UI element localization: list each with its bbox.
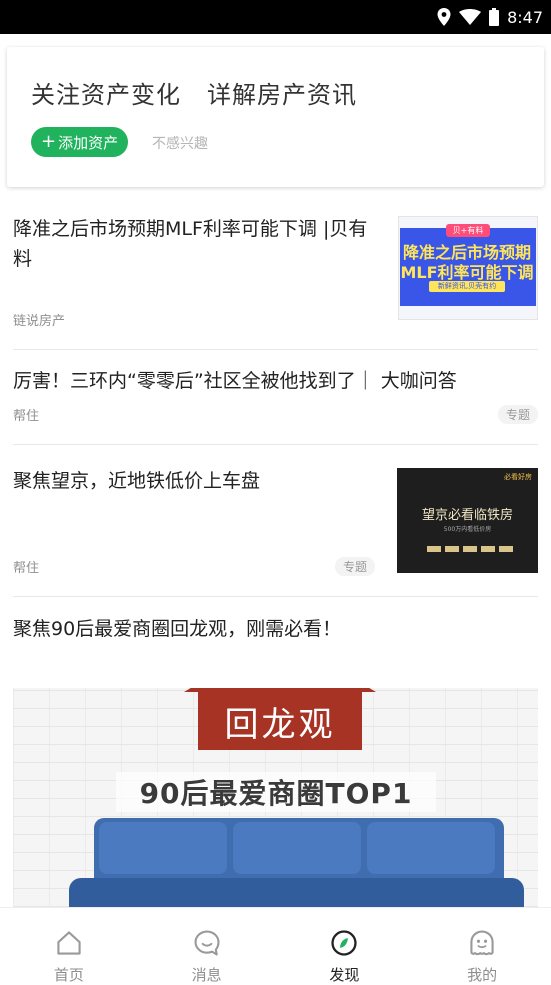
status-time: 8:47 — [507, 7, 543, 27]
add-asset-button[interactable]: + 添加资产 — [31, 127, 129, 157]
sofa-image — [69, 818, 524, 907]
thumbnail-footer: 新鲜资讯,贝壳有约 — [429, 281, 505, 292]
plus-icon: + — [41, 131, 57, 152]
tab-label: 我的 — [467, 966, 498, 984]
profile-icon — [470, 930, 494, 956]
thumbnail-line2: 500万内看低价房 — [443, 526, 492, 533]
feed-item-source: 帮住 — [13, 561, 40, 576]
feed-item[interactable]: 聚焦望京，近地铁低价上车盘 帮住 专题 必看好房 望京必看临铁房 500万内看低… — [13, 466, 538, 576]
thumbnail-line2: MLF利率可能下调 — [400, 263, 534, 282]
tab-label: 发现 — [329, 966, 360, 984]
message-icon — [194, 930, 220, 956]
tab-home[interactable]: 首页 — [0, 908, 138, 985]
banner-sign: 回龙观 — [198, 692, 362, 750]
feed-item-thumbnail: 贝+有料 降准之后市场预期 MLF利率可能下调 新鲜资讯,贝壳有约 — [398, 216, 538, 320]
home-icon — [57, 931, 81, 955]
feed-item-title: 降准之后市场预期MLF利率可能下调 |贝有料 — [13, 218, 368, 270]
feed-item[interactable]: 降准之后市场预期MLF利率可能下调 |贝有料 链说房产 贝+有料 降准之后市场预… — [13, 214, 538, 329]
status-bar: 8:47 — [0, 0, 551, 34]
thumbnail-line1: 望京必看临铁房 — [421, 508, 513, 523]
tab-profile[interactable]: 我的 — [413, 908, 551, 985]
compass-icon — [331, 930, 357, 956]
topic-tag: 专题 — [497, 405, 538, 424]
feed-item-title: 聚焦90后最爱商圈回龙观，刚需必看！ — [13, 618, 342, 640]
not-interested-button[interactable]: 不感兴趣 — [152, 133, 208, 153]
interest-card-headline: 关注资产变化 详解房产资讯 — [31, 75, 357, 110]
asset-interest-card: 关注资产变化 详解房产资讯 + 添加资产 不感兴趣 — [7, 47, 544, 187]
wifi-icon — [459, 9, 482, 25]
feed-item[interactable]: 聚焦90后最爱商圈回龙观，刚需必看！ — [13, 614, 538, 648]
topic-tag: 专题 — [335, 557, 376, 576]
thumbnail-brand: 必看好房 — [504, 473, 532, 481]
feed-item-source: 帮住 — [13, 409, 40, 424]
feed-item-thumbnail: 必看好房 望京必看临铁房 500万内看低价房 — [397, 468, 538, 573]
location-icon — [437, 8, 451, 26]
tab-label: 首页 — [53, 966, 84, 984]
add-asset-label: 添加资产 — [58, 133, 119, 152]
bottom-tab-bar: 首页 消息 发现 我的 — [0, 907, 551, 985]
tab-discover[interactable]: 发现 — [276, 908, 414, 985]
feed-item-title: 厉害！三环内“零零后”社区全被他找到了｜ 大咖问答 — [13, 370, 457, 392]
tab-label: 消息 — [191, 966, 222, 984]
divider — [13, 596, 538, 597]
battery-icon — [489, 8, 500, 26]
feed-item-source: 链说房产 — [13, 314, 66, 329]
feed-item-banner-image[interactable]: 回龙观 90后最爱商圈TOP1 — [13, 688, 538, 907]
divider — [13, 349, 538, 350]
tab-messages[interactable]: 消息 — [138, 908, 276, 985]
headline-right: 详解房产资讯 — [207, 81, 357, 109]
headline-left: 关注资产变化 — [31, 81, 181, 109]
feed-item[interactable]: 厉害！三环内“零零后”社区全被他找到了｜ 大咖问答 帮住 专题 — [13, 366, 538, 426]
banner-headline: 90后最爱商圈TOP1 — [116, 772, 436, 812]
divider — [13, 444, 538, 445]
thumbnail-badge: 贝+有料 — [446, 224, 490, 237]
